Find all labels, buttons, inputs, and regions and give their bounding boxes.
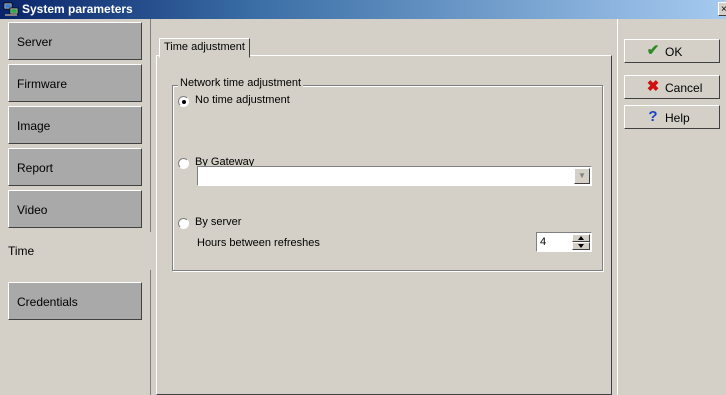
tab-time-adjustment[interactable]: Time adjustment [159,38,250,58]
sidebar: Server Firmware Image Report Video Time … [0,19,151,395]
cancel-button[interactable]: ✖ Cancel [624,75,720,99]
button-column: ✔ OK ✖ Cancel ? Help [617,19,726,395]
title-bar[interactable]: System parameters × [0,0,726,19]
sidebar-item-label: Video [17,203,48,217]
sidebar-item-label: Time [8,244,35,258]
radio-no-adjustment-label: No time adjustment [195,94,290,106]
spin-down-icon[interactable] [572,242,590,250]
system-parameters-window: System parameters × Server Firmware Imag… [0,0,726,395]
gateway-select[interactable]: ▼ [197,166,592,186]
sidebar-item-label: Image [17,119,51,133]
sidebar-item-label: Server [17,35,53,49]
radio-by-server[interactable] [178,218,189,229]
help-button[interactable]: ? Help [624,105,720,129]
sidebar-item-image[interactable]: Image [8,106,142,144]
network-computer-icon [3,2,19,16]
radio-by-gateway[interactable] [178,158,189,169]
sidebar-item-time[interactable]: Time [0,232,151,270]
hours-label: Hours between refreshes [197,237,320,249]
group-label: Network time adjustment [178,77,304,89]
sidebar-item-report[interactable]: Report [8,148,142,186]
sidebar-item-label: Credentials [17,295,78,309]
spin-up-icon[interactable] [572,234,590,242]
chevron-down-icon[interactable]: ▼ [574,168,590,184]
question-mark-icon: ? [648,108,658,125]
ok-button[interactable]: ✔ OK [624,39,720,63]
sidebar-item-server[interactable]: Server [8,22,142,60]
sidebar-item-video[interactable]: Video [8,190,142,228]
hours-value[interactable]: 4 [540,236,546,248]
hours-stepper[interactable]: 4 [536,232,592,252]
sidebar-item-firmware[interactable]: Firmware [8,64,142,102]
radio-selected-dot [182,100,186,104]
close-icon: × [721,4,726,15]
x-mark-icon: ✖ [646,78,660,95]
checkmark-icon: ✔ [646,42,660,59]
radio-by-server-label: By server [195,216,242,228]
sidebar-item-label: Firmware [17,77,67,91]
sidebar-item-label: Report [17,161,54,175]
sidebar-item-credentials[interactable]: Credentials [8,282,142,320]
close-button[interactable]: × [718,2,726,16]
window-title: System parameters [22,2,133,16]
main-pane: Time adjustment Network time adjustment … [150,19,616,395]
radio-no-adjustment[interactable] [178,96,189,107]
